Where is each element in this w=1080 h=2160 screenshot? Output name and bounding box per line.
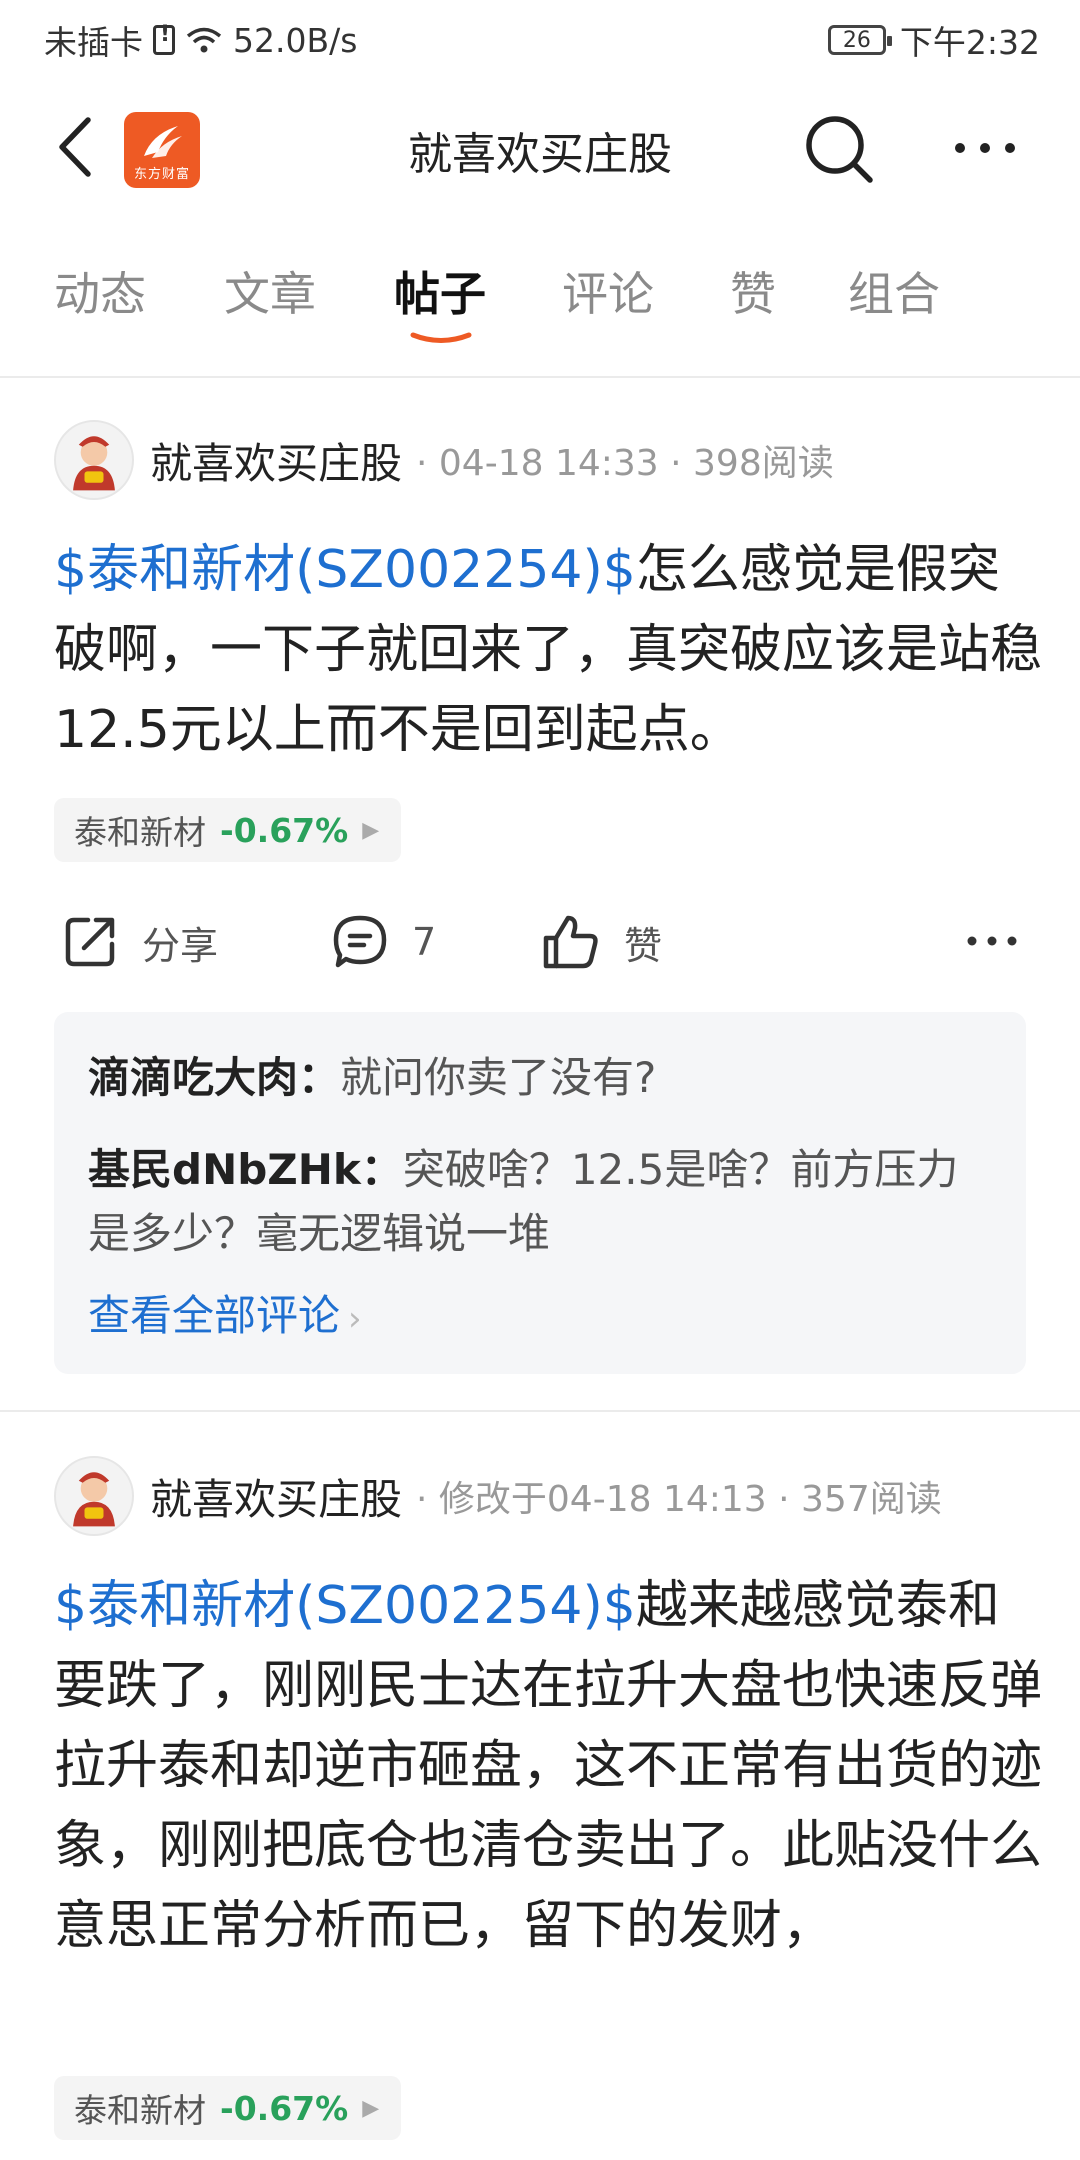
status-left: 未插卡 52.0B/s [44,16,357,64]
tab-portfolios[interactable]: 组合 [848,258,940,324]
post-separator [0,1410,1080,1412]
view-all-comments-link[interactable]: 查看全部评论 › [88,1282,362,1343]
view-all-label: 查看全部评论 [88,1291,341,1340]
stock-link[interactable]: $泰和新材(SZ002254)$ [54,1576,636,1636]
stock-tag[interactable]: 泰和新材 -0.67% ▶ [54,2076,402,2140]
like-label: 赞 [624,923,663,968]
status-bar: 未插卡 52.0B/s 26 下午2:32 [0,0,1080,76]
sim-alert-icon [153,22,175,55]
chevron-right-icon: › [348,1299,362,1339]
post-header: 就喜欢买庄股 · 修改于04-18 14:13 · 357阅读 [54,1456,942,1536]
post-meta: · 修改于04-18 14:13 · 357阅读 [416,1479,942,1520]
battery-icon: 26 [827,25,892,55]
comment-icon [333,915,387,968]
wifi-icon [186,27,222,53]
tab-comments[interactable]: 评论 [562,258,654,324]
stock-tag[interactable]: 泰和新材 -0.67% ▶ [54,798,402,862]
comment-count: 7 [412,920,437,964]
active-tab-indicator [410,332,472,343]
battery-level: 26 [842,27,871,53]
tab-articles[interactable]: 文章 [224,258,316,324]
clock: 下午2:32 [899,23,1040,62]
tab-likes[interactable]: 赞 [730,258,776,324]
like-button[interactable]: 赞 [540,912,662,972]
comment-item[interactable]: 基民dNbZHk：突破啥？12.5是啥？前方压力是多少？毫无逻辑说一堆 [88,1138,988,1266]
more-options-icon[interactable] [950,128,1020,168]
chevron-right-icon: ▶ [362,817,380,843]
stock-tag-change: -0.67% [220,810,349,850]
avatar-icon [73,436,115,491]
share-icon [65,917,115,967]
comment-text: 就问你卖了没有? [340,1053,657,1102]
avatar[interactable] [54,1456,134,1536]
tab-bar: 动态 文章 帖子 评论 赞 组合 [0,258,1080,338]
status-right: 26 下午2:32 [827,16,1040,64]
post-content[interactable]: $泰和新材(SZ002254)$越来越感觉泰和要跌了，刚刚民士达在拉升大盘也快速… [54,1566,1044,1966]
page-title: 就喜欢买庄股 [408,129,672,180]
comments-preview: 滴滴吃大肉：就问你卖了没有? 基民dNbZHk：突破啥？12.5是啥？前方压力是… [54,1012,1026,1374]
comment-author[interactable]: 基民dNbZHk： [88,1145,403,1194]
comment-button[interactable]: 7 [330,912,436,972]
share-button[interactable]: 分享 [60,912,218,972]
thumbs-up-icon [543,915,598,969]
post-meta: · 04-18 14:33 · 398阅读 [416,443,834,484]
stock-tag-change: -0.67% [220,2088,349,2128]
avatar-icon [73,1472,115,1527]
share-label: 分享 [142,923,219,968]
tab-posts[interactable]: 帖子 [394,258,486,324]
stock-link[interactable]: $泰和新材(SZ002254)$ [54,540,636,600]
comment-item[interactable]: 滴滴吃大肉：就问你卖了没有? [88,1046,988,1110]
network-speed: 52.0B/s [233,20,358,60]
chevron-right-icon: ▶ [362,2095,380,2121]
carrier-label: 未插卡 [44,23,143,62]
tabs-divider [0,376,1080,378]
post-content[interactable]: $泰和新材(SZ002254)$怎么感觉是假突破啊，一下子就回来了，真突破应该是… [54,530,1044,770]
stock-tag-name: 泰和新材 [74,813,206,852]
avatar[interactable] [54,420,134,500]
post-author[interactable]: 就喜欢买庄股 [150,430,402,491]
comment-author[interactable]: 滴滴吃大肉： [88,1053,340,1102]
post-header: 就喜欢买庄股 · 04-18 14:33 · 398阅读 [54,420,834,500]
post-author[interactable]: 就喜欢买庄股 [150,1466,402,1527]
post-more-icon[interactable] [964,926,1020,956]
tab-dynamics[interactable]: 动态 [54,258,146,324]
stock-tag-name: 泰和新材 [74,2091,206,2130]
search-icon[interactable] [800,110,880,190]
